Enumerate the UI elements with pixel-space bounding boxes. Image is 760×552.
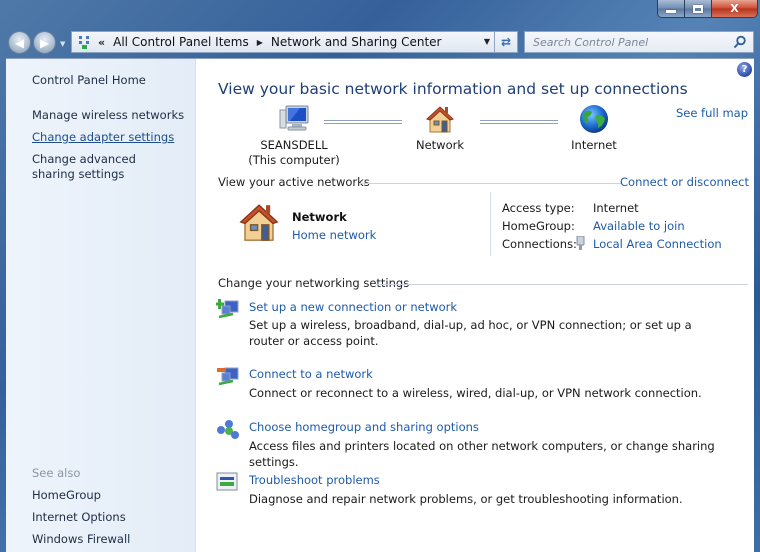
- recent-pages-dropdown[interactable]: ▼: [60, 40, 65, 48]
- see-also-homegroup[interactable]: HomeGroup: [32, 488, 101, 503]
- new-connection-icon: [216, 299, 239, 319]
- minimize-icon: [666, 10, 676, 13]
- computer-icon: [279, 105, 309, 131]
- home-network-icon: [239, 204, 279, 241]
- breadcrumb-network-sharing-center[interactable]: Network and Sharing Center: [271, 35, 442, 49]
- maximize-button[interactable]: [685, 0, 712, 17]
- sidebar-change-adapter-settings[interactable]: Change adapter settings: [32, 130, 174, 145]
- homegroup-icon: [217, 420, 239, 439]
- active-networks-heading: View your active networks: [218, 175, 370, 189]
- close-icon: X: [730, 2, 739, 15]
- sidebar: Control Panel Home Manage wireless netwo…: [6, 59, 196, 552]
- local-area-connection-link[interactable]: Local Area Connection: [593, 237, 722, 251]
- ethernet-plug-icon: [576, 236, 585, 250]
- forward-arrow-icon: ▶: [39, 35, 50, 50]
- connect-or-disconnect-link[interactable]: Connect or disconnect: [620, 175, 749, 189]
- forward-button[interactable]: ▶: [33, 31, 56, 54]
- map-node-internet[interactable]: Internet: [554, 104, 634, 153]
- back-button[interactable]: ◀: [8, 31, 31, 54]
- sidebar-change-advanced-sharing[interactable]: Change advanced sharing settings: [32, 152, 182, 182]
- vertical-divider: [490, 192, 491, 256]
- sidebar-manage-wireless-networks[interactable]: Manage wireless networks: [32, 108, 184, 123]
- see-full-map-link[interactable]: See full map: [676, 106, 748, 120]
- troubleshoot-link[interactable]: Troubleshoot problems: [249, 473, 380, 487]
- search-input[interactable]: [533, 35, 728, 49]
- connect-to-network-desc: Connect or reconnect to a wireless, wire…: [249, 386, 702, 400]
- connect-to-network-link[interactable]: Connect to a network: [249, 367, 373, 381]
- map-node-network-name: Network: [415, 138, 465, 152]
- homegroup-link[interactable]: Available to join: [593, 219, 685, 233]
- troubleshoot-icon: [216, 472, 238, 491]
- map-node-internet-name: Internet: [571, 138, 617, 152]
- section-divider: [359, 183, 621, 184]
- address-bar[interactable]: « All Control Panel Items ▶ Network and …: [71, 31, 495, 53]
- see-also-windows-firewall[interactable]: Windows Firewall: [32, 532, 130, 547]
- homegroup-sharing-link[interactable]: Choose homegroup and sharing options: [249, 420, 479, 434]
- main-panel: ? View your basic network information an…: [196, 59, 754, 552]
- connect-network-icon: [217, 367, 239, 386]
- networking-settings-heading: Change your networking settings: [218, 276, 410, 290]
- setup-new-connection-link[interactable]: Set up a new connection or network: [249, 300, 457, 314]
- refresh-icon: ⇄: [500, 35, 512, 49]
- close-button[interactable]: X: [712, 0, 757, 17]
- refresh-button[interactable]: ⇄: [495, 31, 518, 53]
- map-connector-line: [480, 120, 558, 124]
- access-type-label: Access type:: [502, 201, 575, 215]
- maximize-icon: [693, 4, 703, 13]
- search-icon[interactable]: [733, 35, 747, 49]
- minimize-button[interactable]: [658, 0, 685, 17]
- map-node-computer[interactable]: SEANSDELL (This computer): [244, 104, 344, 168]
- window-content: Control Panel Home Manage wireless netwo…: [6, 58, 754, 552]
- network-type-link[interactable]: Home network: [292, 228, 376, 242]
- breadcrumb-all-control-panel-items[interactable]: All Control Panel Items: [113, 35, 249, 49]
- search-box: [524, 31, 754, 53]
- page-title: View your basic network information and …: [218, 80, 688, 98]
- see-also-internet-options[interactable]: Internet Options: [32, 510, 126, 525]
- house-icon: [426, 106, 454, 133]
- back-arrow-icon: ◀: [14, 35, 25, 50]
- homegroup-label: HomeGroup:: [502, 219, 575, 233]
- globe-icon: [580, 105, 608, 133]
- map-node-network[interactable]: Network: [400, 104, 480, 153]
- window-controls: X: [657, 0, 758, 18]
- sidebar-control-panel-home[interactable]: Control Panel Home: [32, 73, 146, 88]
- see-also-label: See also: [32, 466, 81, 480]
- navigation-bar: ◀ ▶ ▼ « All Control Panel Items ▶ Networ…: [0, 28, 760, 56]
- map-connector-line: [324, 120, 402, 124]
- help-icon[interactable]: ?: [737, 62, 752, 77]
- map-node-computer-name: SEANSDELL: [260, 138, 328, 152]
- connections-label: Connections:: [502, 237, 577, 251]
- section-divider: [376, 284, 748, 285]
- setup-new-connection-desc: Set up a wireless, broadband, dial-up, a…: [249, 318, 692, 348]
- troubleshoot-desc: Diagnose and repair network problems, or…: [249, 492, 683, 506]
- breadcrumb-overflow-button[interactable]: «: [98, 36, 105, 49]
- active-network-name: Network: [292, 210, 347, 224]
- control-panel-icon: [78, 35, 92, 49]
- homegroup-sharing-desc: Access files and printers located on oth…: [249, 439, 715, 469]
- breadcrumb-separator-icon[interactable]: ▶: [257, 38, 263, 47]
- address-dropdown-button[interactable]: ▼: [484, 37, 490, 46]
- map-node-computer-sub: (This computer): [248, 153, 340, 167]
- access-type-value: Internet: [593, 201, 639, 215]
